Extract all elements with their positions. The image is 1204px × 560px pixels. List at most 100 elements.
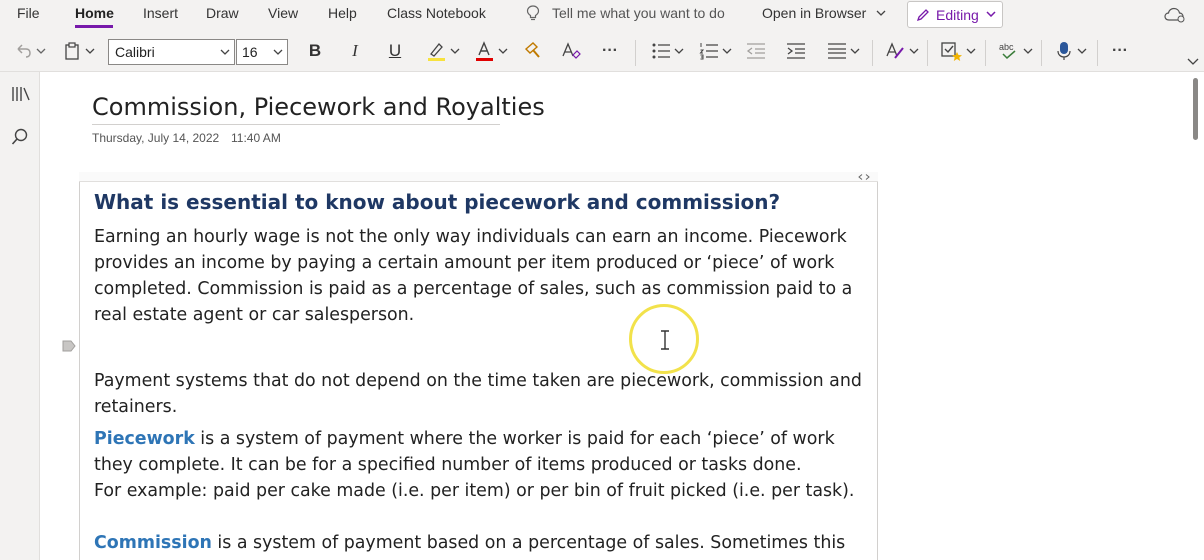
tag-button[interactable] (938, 39, 978, 63)
tab-view[interactable]: View (268, 5, 298, 21)
tab-insert[interactable]: Insert (143, 5, 178, 21)
more-options-button[interactable]: ··· (1106, 39, 1134, 63)
more-font-options-button[interactable]: ··· (596, 39, 624, 63)
font-size-select[interactable]: 16 (236, 39, 288, 65)
paragraph-piecework[interactable]: Piecework is a system of payment where t… (94, 426, 874, 478)
keyword-piecework: Piecework (94, 429, 195, 449)
title-underline (92, 124, 500, 125)
chevron-down-icon (986, 11, 996, 17)
clipboard-icon (64, 42, 79, 60)
bold-button[interactable]: B (302, 39, 328, 63)
bulleted-list-icon (652, 43, 670, 59)
increase-indent-button[interactable] (784, 39, 808, 63)
ribbon-toolbar: Calibri 16 B I U ··· abc ··· (0, 30, 1204, 72)
chevron-down-icon (674, 48, 683, 54)
editing-label: Editing (936, 7, 979, 23)
text-cursor-icon (661, 330, 669, 350)
chevron-down-icon (450, 48, 459, 54)
paragraph-wages[interactable]: Earning an hourly wage is not the only w… (94, 224, 874, 328)
tell-me-search[interactable]: Tell me what you want to do (526, 5, 725, 21)
styles-button[interactable] (882, 39, 920, 63)
keyword-commission: Commission (94, 533, 212, 553)
chevron-down-icon (273, 49, 283, 55)
chevron-down-icon (722, 48, 731, 54)
search-icon[interactable] (11, 128, 29, 146)
piecework-definition: is a system of payment where the worker … (94, 429, 835, 475)
font-color-icon (475, 41, 493, 61)
numbering-button[interactable] (696, 39, 734, 63)
spelling-check-icon: abc (999, 42, 1015, 60)
font-color-button[interactable] (470, 39, 510, 63)
tab-class-notebook[interactable]: Class Notebook (387, 5, 486, 21)
chevron-down-icon (220, 49, 230, 55)
paragraph-piecework-example[interactable]: For example: paid per cake made (i.e. pe… (94, 478, 874, 504)
chevron-down-icon (498, 48, 507, 54)
italic-button[interactable]: I (342, 39, 368, 63)
chevron-down-icon (850, 48, 859, 54)
tab-home[interactable]: Home (75, 5, 114, 21)
ribbon-separator (1097, 40, 1098, 66)
resize-handle-icon[interactable] (858, 174, 870, 180)
content-heading[interactable]: What is essential to know about piecewor… (94, 190, 780, 214)
numbered-list-icon (698, 43, 718, 60)
align-left-icon (827, 43, 846, 59)
navigation-rail (0, 72, 40, 560)
lightbulb-icon (526, 5, 540, 21)
font-name-value: Calibri (115, 44, 155, 60)
dictate-button[interactable] (1052, 39, 1090, 63)
svg-text:abc: abc (999, 42, 1014, 52)
notebooks-icon[interactable] (11, 85, 31, 103)
editing-mode-button[interactable]: Editing (907, 1, 1003, 28)
clear-formatting-icon (562, 42, 581, 59)
decrease-indent-icon (746, 43, 765, 59)
chevron-down-icon (966, 48, 975, 54)
decrease-indent-button[interactable] (744, 39, 768, 63)
active-tab-indicator (75, 25, 113, 28)
clear-formatting-button[interactable] (558, 39, 584, 63)
scrollbar-thumb[interactable] (1193, 78, 1198, 140)
tab-draw[interactable]: Draw (206, 5, 239, 21)
increase-indent-icon (787, 43, 805, 59)
paragraph-payment-systems[interactable]: Payment systems that do not depend on th… (94, 368, 874, 420)
tag-checkbox-icon (940, 42, 962, 61)
container-drag-handle[interactable] (79, 172, 878, 182)
font-name-select[interactable]: Calibri (108, 39, 235, 65)
paragraph-handle-icon[interactable] (62, 340, 76, 352)
format-painter-button[interactable] (520, 39, 546, 63)
pencil-icon (916, 9, 929, 22)
highlighter-icon (427, 43, 445, 61)
ribbon-separator (872, 40, 873, 66)
format-painter-icon (524, 42, 540, 58)
chevron-down-icon (1023, 48, 1032, 54)
menu-bar: File Home Insert Draw View Help Class No… (0, 0, 1204, 30)
chevron-down-icon (36, 48, 46, 54)
ribbon-separator (1041, 40, 1042, 66)
chevron-down-icon[interactable] (1187, 58, 1199, 66)
paragraph-commission[interactable]: Commission is a system of payment based … (94, 530, 874, 560)
microphone-icon (1056, 42, 1071, 60)
spelling-button[interactable]: abc (996, 39, 1034, 63)
page-title[interactable]: Commission, Piecework and Royalties (92, 93, 545, 121)
sync-cloud-icon[interactable] (1164, 7, 1186, 23)
paste-button[interactable] (60, 39, 98, 63)
undo-icon (17, 44, 31, 58)
tab-help[interactable]: Help (328, 5, 357, 21)
ribbon-separator (635, 40, 636, 66)
tell-me-label: Tell me what you want to do (552, 5, 725, 21)
undo-button[interactable] (12, 39, 48, 63)
chevron-down-icon (909, 48, 918, 54)
open-in-browser-button[interactable]: Open in Browser (762, 5, 886, 21)
vertical-scrollbar[interactable] (1190, 72, 1204, 560)
chevron-down-icon (85, 48, 94, 54)
paragraph-alignment-button[interactable] (824, 39, 862, 63)
ribbon-separator (985, 40, 986, 66)
ribbon-separator (927, 40, 928, 66)
bullets-button[interactable] (648, 39, 686, 63)
underline-button[interactable]: U (382, 39, 408, 63)
page-time: 11:40 AM (231, 131, 281, 145)
highlight-button[interactable] (422, 39, 462, 63)
page-date: Thursday, July 14, 2022 (92, 131, 220, 145)
chevron-down-icon (1077, 48, 1086, 54)
menu-file[interactable]: File (17, 5, 40, 21)
styles-icon (885, 42, 904, 59)
